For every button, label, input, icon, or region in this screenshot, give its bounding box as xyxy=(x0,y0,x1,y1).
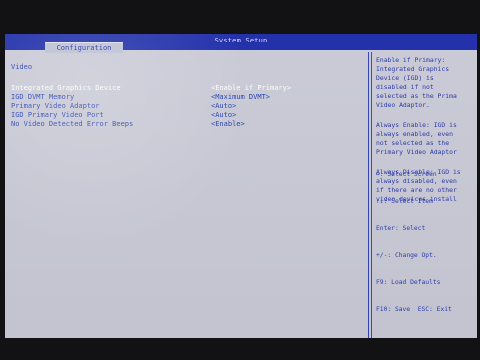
key-help: ↔: Select Screen ↑↓: Select Item Enter: … xyxy=(376,152,477,332)
key-help-select-item: ↑↓: Select Item xyxy=(376,198,433,205)
key-help-select-screen: ↔: Select Screen xyxy=(376,171,437,178)
key-help-load-defaults: F9: Load Defaults xyxy=(376,279,441,286)
setting-label: No Video Detected Error Beeps xyxy=(11,120,134,128)
key-help-select: Enter: Select xyxy=(376,225,426,232)
setting-value[interactable]: <Auto> xyxy=(211,102,236,111)
key-help-change-option: +/-: Change Opt. xyxy=(376,252,437,259)
setting-row-primary-video-adaptor[interactable]: Primary Video Adaptor <Auto> xyxy=(11,102,363,111)
key-help-save-exit: F10: Save ESC: Exit xyxy=(376,306,452,313)
setting-label: IGD Primary Video Port xyxy=(11,111,104,119)
setting-value[interactable]: <Enable if Primary> xyxy=(211,84,291,93)
setting-row-igd-dvmt-memory[interactable]: IGD DVMT Memory <Maximum DVMT> xyxy=(11,93,363,102)
help-pane: Enable if Primary: Integrated Graphics D… xyxy=(371,52,477,338)
tab-configuration-label: Configuration xyxy=(56,44,112,52)
setting-label: IGD DVMT Memory xyxy=(11,93,75,101)
monitor-frame: System Setup Configuration Video Integra… xyxy=(0,0,480,360)
setting-value[interactable]: <Auto> xyxy=(211,111,236,120)
bios-screen: System Setup Configuration Video Integra… xyxy=(5,34,477,338)
setting-row-igd-primary-video-port[interactable]: IGD Primary Video Port <Auto> xyxy=(11,111,363,120)
setting-value[interactable]: <Maximum DVMT> xyxy=(211,93,270,102)
settings-list: Integrated Graphics Device <Enable if Pr… xyxy=(11,84,363,129)
help-text-enable-if-primary: Enable if Primary: Integrated Graphics D… xyxy=(376,56,457,109)
setting-value[interactable]: <Enable> xyxy=(211,120,245,129)
setting-row-no-video-detected-error-beeps[interactable]: No Video Detected Error Beeps <Enable> xyxy=(11,120,363,129)
section-title: Video xyxy=(11,63,33,71)
setting-label: Integrated Graphics Device xyxy=(11,84,121,92)
main-content: Video Integrated Graphics Device <Enable… xyxy=(5,52,477,338)
settings-pane: Video Integrated Graphics Device <Enable… xyxy=(5,52,369,338)
setting-label: Primary Video Adaptor xyxy=(11,102,100,110)
setting-row-integrated-graphics-device[interactable]: Integrated Graphics Device <Enable if Pr… xyxy=(11,84,363,93)
